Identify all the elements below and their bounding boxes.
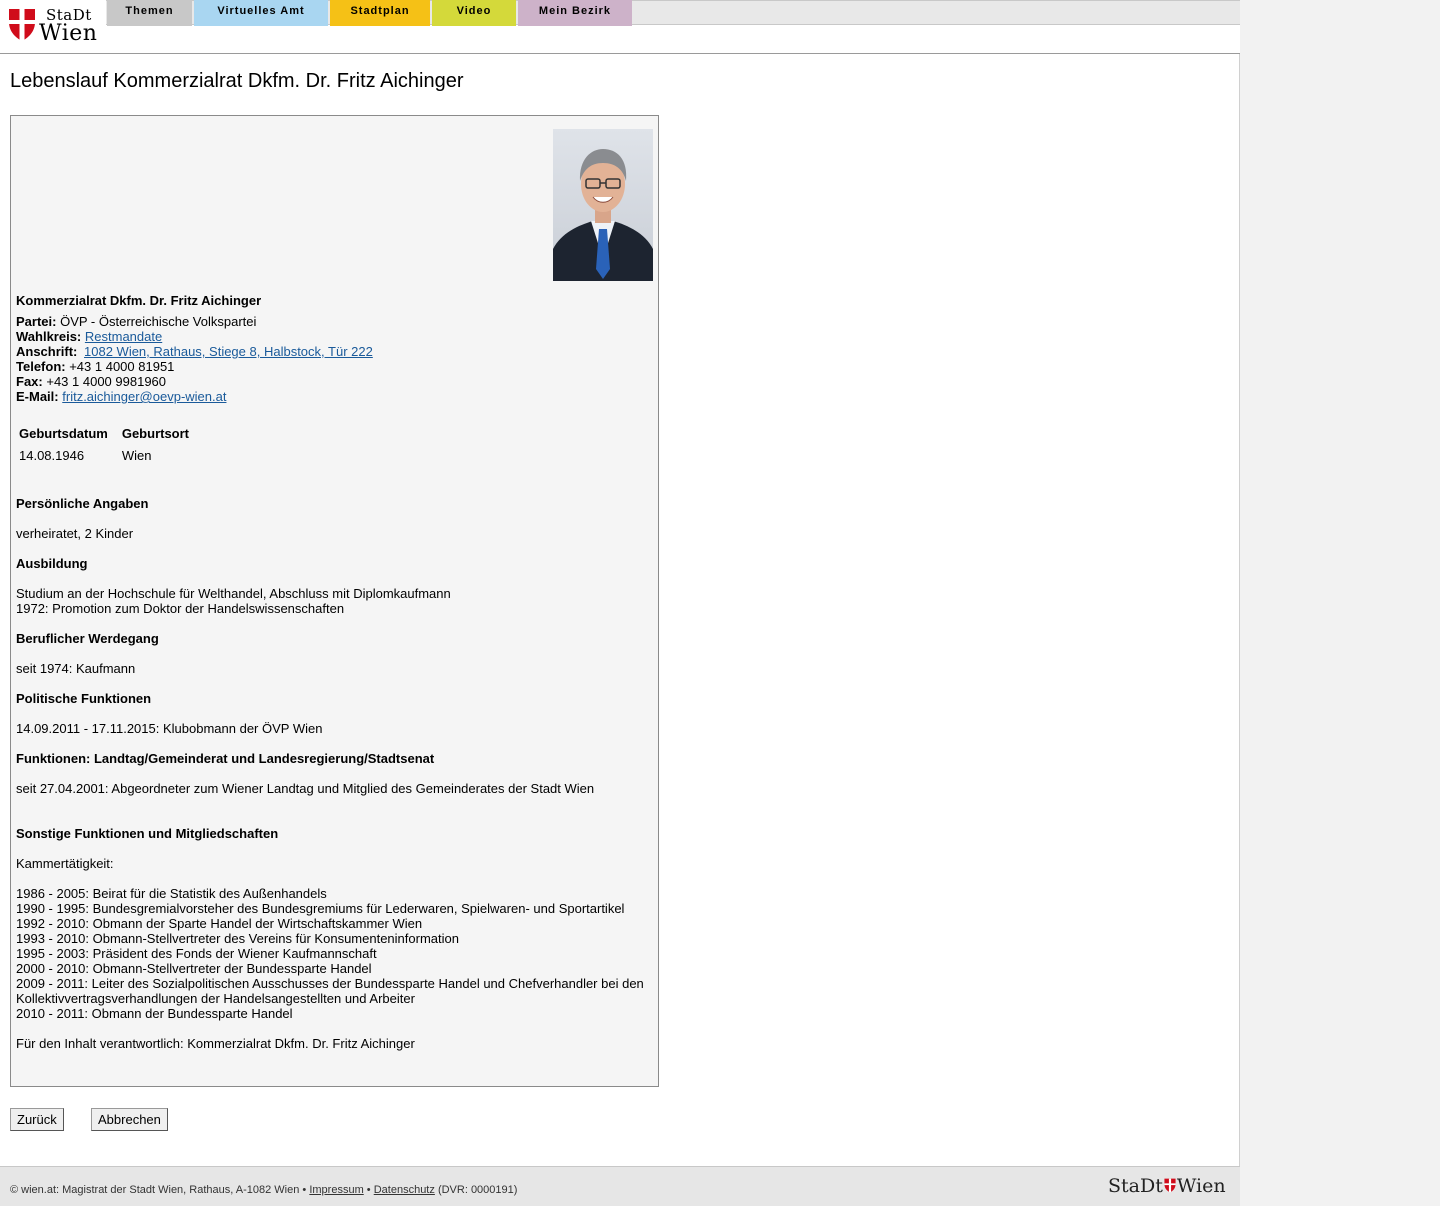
list-item: 1995 - 2003: Präsident des Fonds der Wie… bbox=[16, 946, 377, 961]
other-functions-heading: Sonstige Funktionen und Mitgliedschaften bbox=[16, 826, 279, 841]
birthplace-value: Wien bbox=[121, 447, 152, 463]
nav-tab-themen[interactable]: Themen bbox=[107, 0, 192, 26]
birthdate-value: 14.08.1946 bbox=[19, 447, 85, 463]
list-item: 1986 - 2005: Beirat für die Statistik de… bbox=[16, 886, 327, 901]
profile-box: Kommerzialrat Dkfm. Dr. Fritz Aichinger … bbox=[10, 115, 659, 1087]
header: StaDt Wien Themen Virtuelles Amt Stadtpl… bbox=[0, 0, 1240, 54]
other-functions-list: 1986 - 2005: Beirat für die Statistik de… bbox=[16, 886, 644, 1021]
nav-tab-virtuelles-amt[interactable]: Virtuelles Amt bbox=[194, 0, 328, 26]
footer-text: © wien.at: Magistrat der Stadt Wien, Rat… bbox=[10, 1184, 517, 1196]
party-value: ÖVP - Österreichische Volkspartei bbox=[60, 314, 257, 329]
address-label: Anschrift: bbox=[16, 344, 78, 359]
political-text: 14.09.2011 - 17.11.2015: Klubobmann der … bbox=[16, 721, 323, 736]
footer-separator: • bbox=[366, 1184, 371, 1196]
fax-value: +43 1 4000 9981960 bbox=[46, 374, 167, 389]
page-title: Lebenslauf Kommerzialrat Dkfm. Dr. Fritz… bbox=[10, 70, 464, 92]
district-row: Wahlkreis: Restmandate bbox=[16, 329, 373, 344]
chamber-intro: Kammertätigkeit: bbox=[16, 856, 114, 871]
fax-label: Fax: bbox=[16, 374, 43, 389]
education-heading: Ausbildung bbox=[16, 556, 88, 571]
functions-text: seit 27.04.2001: Abgeordneter zum Wiener… bbox=[16, 781, 595, 796]
page: StaDt Wien Themen Virtuelles Amt Stadtpl… bbox=[0, 0, 1240, 1206]
vienna-shield-icon bbox=[1164, 1178, 1176, 1193]
email-link[interactable]: fritz.aichinger@oevp-wien.at bbox=[62, 389, 226, 404]
list-item: Kollektivvertragsverhandlungen der Hande… bbox=[16, 991, 415, 1006]
address-row: Anschrift: 1082 Wien, Rathaus, Stiege 8,… bbox=[16, 344, 373, 359]
nav-tab-video[interactable]: Video bbox=[432, 0, 516, 26]
list-item: 2009 - 2011: Leiter des Sozialpolitische… bbox=[16, 976, 644, 991]
education-list: Studium an der Hochschule für Welthandel… bbox=[16, 586, 451, 616]
functions-heading: Funktionen: Landtag/Gemeinderat und Land… bbox=[16, 751, 435, 766]
education-line: 1972: Promotion zum Doktor der Handelswi… bbox=[16, 601, 345, 616]
privacy-link[interactable]: Datenschutz bbox=[374, 1184, 435, 1196]
cancel-button[interactable]: Abbrechen bbox=[91, 1108, 168, 1131]
phone-value: +43 1 4000 81951 bbox=[69, 359, 175, 374]
birthdate-header: Geburtsdatum bbox=[19, 425, 108, 441]
stadt-wien-logo[interactable]: StaDt Wien bbox=[6, 6, 102, 46]
phone-label: Telefon: bbox=[16, 359, 66, 374]
copyright-text: © wien.at: Magistrat der Stadt Wien, Rat… bbox=[10, 1184, 307, 1196]
portrait-photo bbox=[553, 129, 653, 281]
personal-text: verheiratet, 2 Kinder bbox=[16, 526, 134, 541]
personal-heading: Persönliche Angaben bbox=[16, 496, 149, 511]
responsible-note: Für den Inhalt verantwortlich: Kommerzia… bbox=[16, 1036, 415, 1051]
contact-block: Partei: ÖVP - Österreichische Volksparte… bbox=[16, 314, 373, 404]
phone-row: Telefon: +43 1 4000 81951 bbox=[16, 359, 373, 374]
career-text: seit 1974: Kaufmann bbox=[16, 661, 136, 676]
email-label: E-Mail: bbox=[16, 389, 59, 404]
list-item: 1990 - 1995: Bundesgremialvorsteher des … bbox=[16, 901, 625, 916]
footer: © wien.at: Magistrat der Stadt Wien, Rat… bbox=[0, 1166, 1240, 1206]
party-label: Partei: bbox=[16, 314, 57, 329]
email-row: E-Mail: fritz.aichinger@oevp-wien.at bbox=[16, 389, 373, 404]
birth-table-header: Geburtsdatum Geburtsort bbox=[17, 422, 201, 444]
nav-tab-stadtplan[interactable]: Stadtplan bbox=[330, 0, 430, 26]
person-name: Kommerzialrat Dkfm. Dr. Fritz Aichinger bbox=[16, 293, 262, 308]
footer-logo-stadt: StaDt bbox=[1108, 1175, 1163, 1197]
birth-table: Geburtsdatum Geburtsort 14.08.1946 Wien bbox=[17, 422, 201, 466]
party-row: Partei: ÖVP - Österreichische Volksparte… bbox=[16, 314, 373, 329]
education-line: Studium an der Hochschule für Welthandel… bbox=[16, 586, 451, 601]
district-label: Wahlkreis: bbox=[16, 329, 82, 344]
list-item: 2010 - 2011: Obmann der Bundessparte Han… bbox=[16, 1006, 293, 1021]
imprint-link[interactable]: Impressum bbox=[309, 1184, 363, 1196]
birthplace-header: Geburtsort bbox=[121, 425, 190, 441]
dvr-text: (DVR: 0000191) bbox=[437, 1184, 518, 1196]
back-button[interactable]: Zurück bbox=[10, 1108, 64, 1131]
vienna-shield-icon bbox=[9, 9, 35, 41]
district-link[interactable]: Restmandate bbox=[85, 329, 162, 344]
political-heading: Politische Funktionen bbox=[16, 691, 152, 706]
list-item: 1992 - 2010: Obmann der Sparte Handel de… bbox=[16, 916, 423, 931]
list-item: 1993 - 2010: Obmann-Stellvertreter des V… bbox=[16, 931, 459, 946]
birth-table-row: 14.08.1946 Wien bbox=[17, 444, 201, 466]
portrait-image bbox=[553, 129, 653, 281]
career-heading: Beruflicher Werdegang bbox=[16, 631, 159, 646]
footer-logo-wien: Wien bbox=[1176, 1175, 1226, 1197]
footer-stadt-wien-logo[interactable]: StaDt Wien bbox=[1108, 1175, 1230, 1199]
nav-tab-mein-bezirk[interactable]: Mein Bezirk bbox=[518, 0, 632, 26]
fax-row: Fax: +43 1 4000 9981960 bbox=[16, 374, 373, 389]
list-item: 2000 - 2010: Obmann-Stellvertreter der B… bbox=[16, 961, 372, 976]
logo-text-wien: Wien bbox=[39, 21, 98, 46]
address-link[interactable]: 1082 Wien, Rathaus, Stiege 8, Halbstock,… bbox=[84, 344, 373, 359]
